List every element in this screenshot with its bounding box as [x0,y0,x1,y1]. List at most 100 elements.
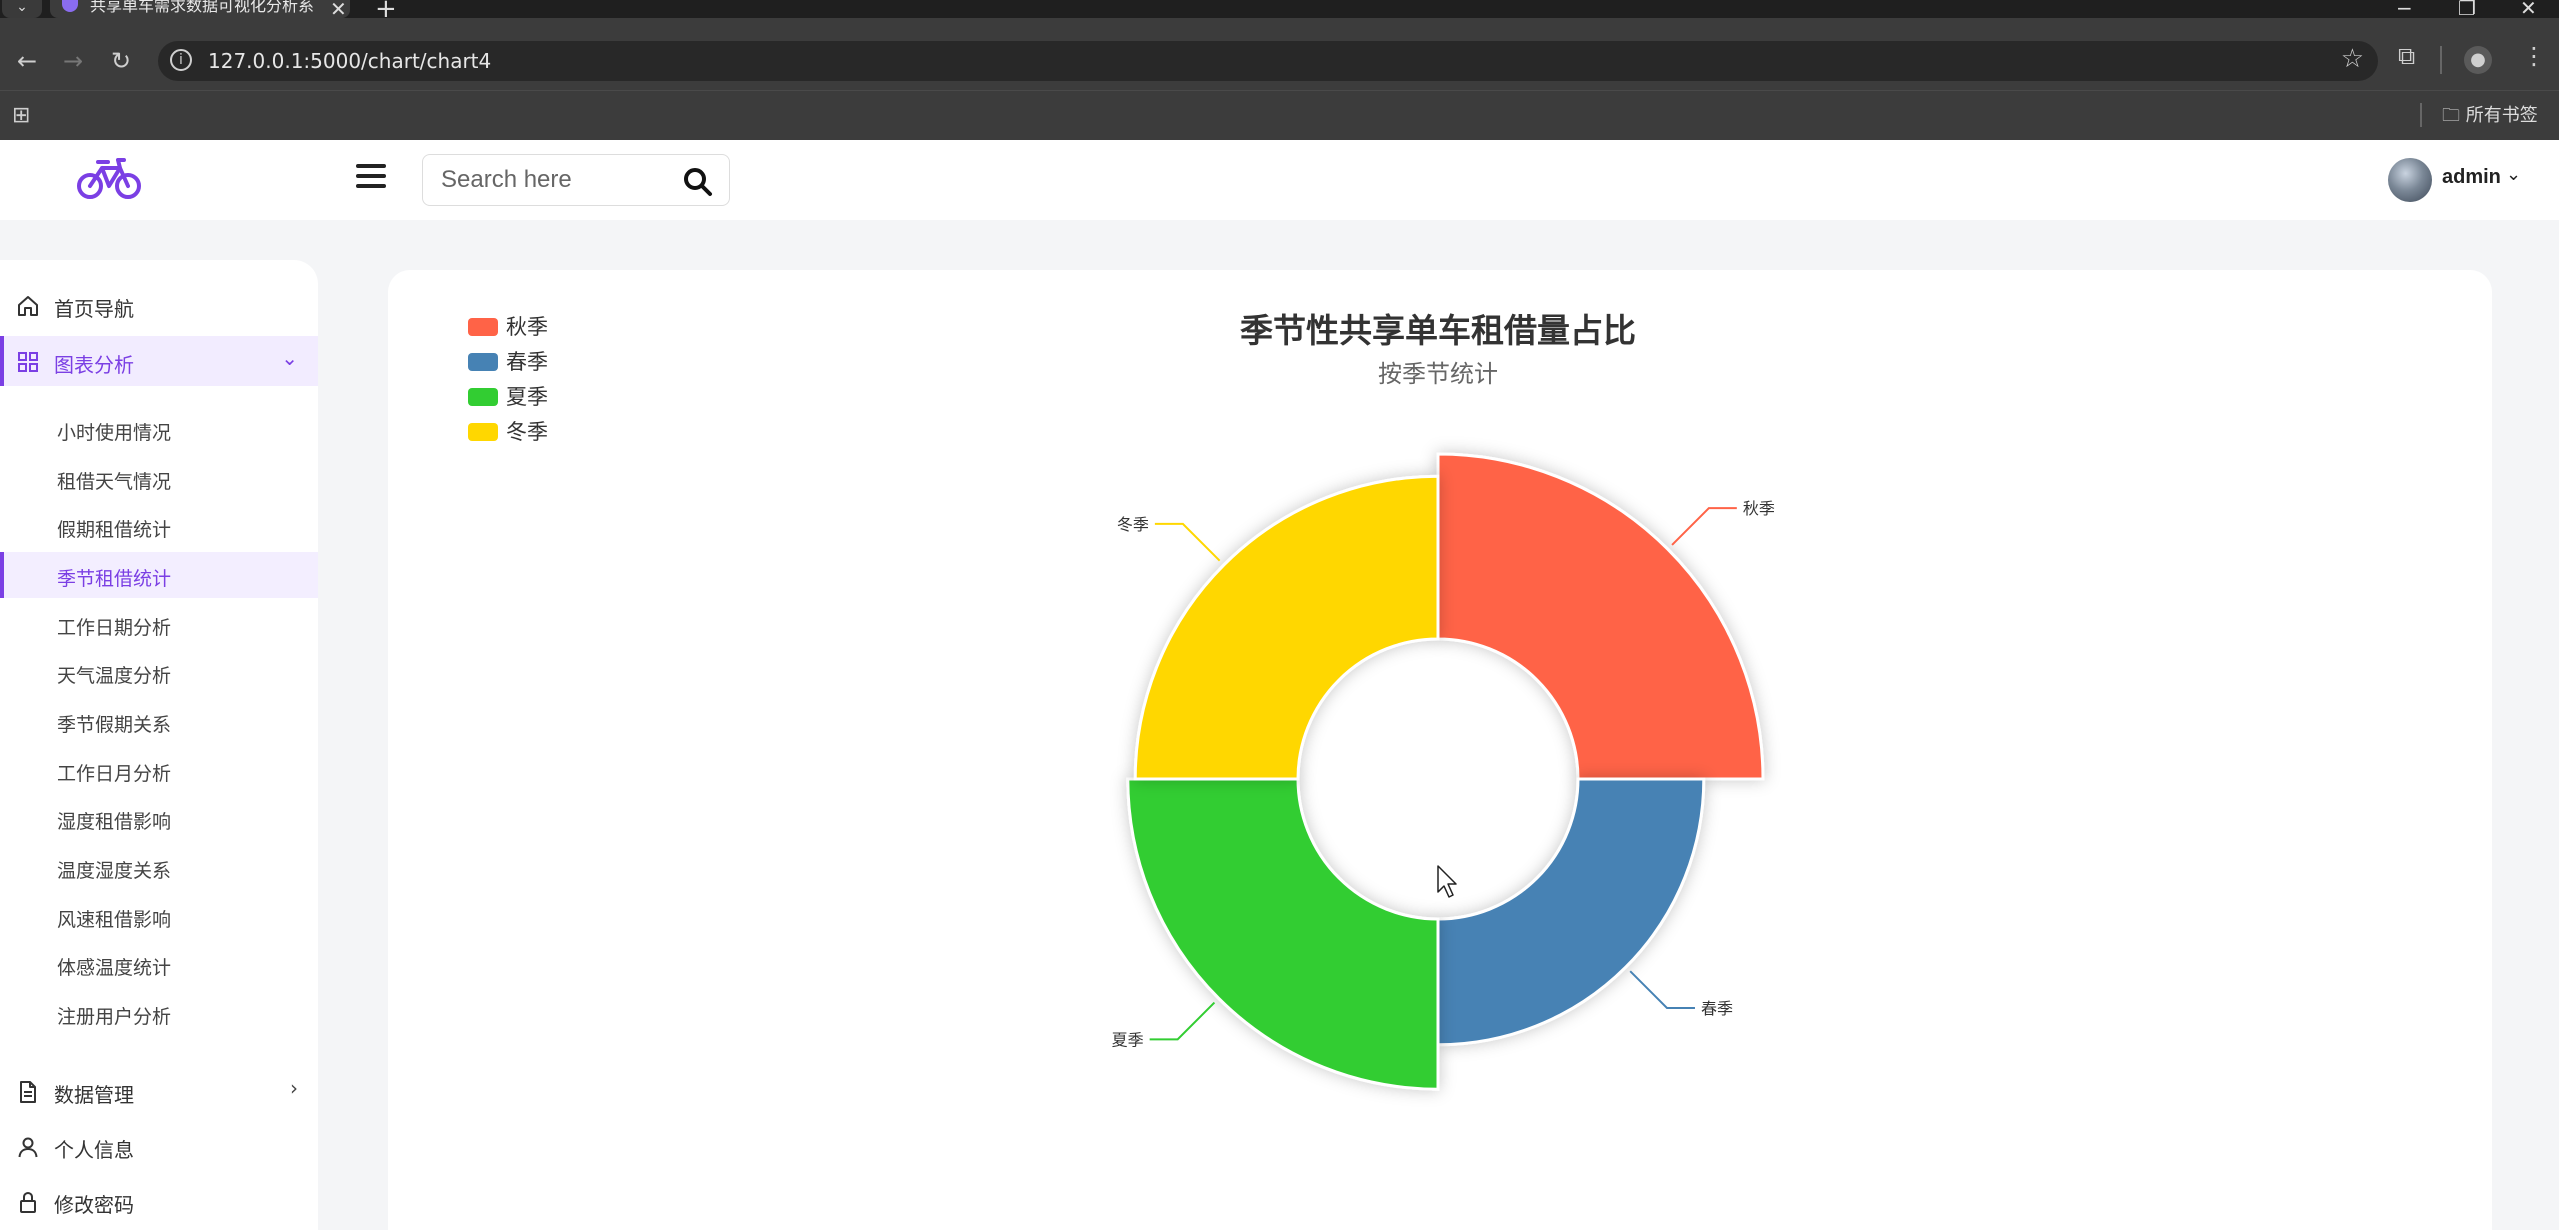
legend-label: 冬季 [506,420,548,444]
menu-kebab-icon[interactable]: ⋮ [2522,42,2546,70]
avatar[interactable] [2388,158,2432,202]
sidebar-item-label: 数据管理 [54,1083,134,1107]
slice-leader-line [1154,522,1221,562]
document-icon [20,1081,36,1103]
chevron-down-icon[interactable]: ⌄ [2506,164,2521,185]
legend-item[interactable]: 秋季 [468,315,548,339]
window-close-icon[interactable]: ✕ [2520,0,2537,20]
chart-slices [1126,452,1765,1091]
sidebar-subitem-weather-temp[interactable]: 天气温度分析 [0,649,318,695]
pie-slice[interactable] [1126,777,1440,1091]
sidebar-subitem-label: 假期租借统计 [57,519,172,541]
chevron-right-icon: › [290,1076,298,1100]
sidebar-subitem-feels-like[interactable]: 体感温度统计 [0,941,318,987]
chevron-down-icon: ⌄ [281,346,298,370]
legend-swatch [468,318,498,336]
bicycle-logo-icon[interactable] [76,154,142,204]
sidebar-subitem-humidity[interactable]: 湿度租借影响 [0,795,318,841]
bookmarks-divider [2420,103,2422,127]
address-url[interactable]: 127.0.0.1:5000/chart/chart4 [208,49,491,73]
slice-label: 春季 [1701,999,1733,1018]
bookmarks-bar: ⊞ 🗀 所有书签 [0,90,2559,140]
tab-list-button[interactable]: ⌄ [2,0,42,18]
legend-item[interactable]: 春季 [468,350,548,374]
reload-icon[interactable]: ↻ [104,44,138,78]
all-bookmarks-folder[interactable]: 🗀 所有书签 [2442,101,2538,133]
sidebar-item-data-management[interactable]: 数据管理 › [0,1066,318,1116]
sidebar-subitem-label: 季节租借统计 [57,568,172,590]
sidebar-subitem-label: 体感温度统计 [57,957,172,979]
sidebar-subitem-workday-month[interactable]: 工作日月分析 [0,747,318,793]
sidebar-item-change-password[interactable]: 修改密码 [0,1176,318,1226]
sidebar-subitem-holiday-rental[interactable]: 假期租借统计 [0,503,318,549]
search-icon[interactable] [683,167,713,197]
browser-tab[interactable]: 共享单车需求数据可视化分析系 [50,0,350,18]
address-bar[interactable]: i 127.0.0.1:5000/chart/chart4 ☆ [158,41,2378,81]
lock-icon [20,1191,36,1213]
sidebar-subitem-label: 温度湿度关系 [57,860,172,882]
forward-icon[interactable]: → [56,44,90,78]
sidebar-subitem-season-rental[interactable]: 季节租借统计 [0,552,318,598]
pie-slice[interactable] [1436,452,1765,781]
app-header: admin ⌄ [0,140,2559,220]
slice-label: 夏季 [1112,1030,1144,1049]
legend-swatch [468,388,498,406]
chart-area: 季节性共享单车租借量占比 按季节统计 秋季春季夏季冬季 秋季春季夏季冬季 [468,311,1775,1091]
sidebar-subitem-label: 租借天气情况 [57,471,172,493]
profile-icon[interactable]: ● [2464,46,2492,74]
restore-icon[interactable]: ❐ [2458,0,2476,20]
tab-title: 共享单车需求数据可视化分析系 [90,0,315,15]
sidebar-subitem-weather-rental[interactable]: 租借天气情况 [0,455,318,501]
sidebar-item-profile[interactable]: 个人信息 [0,1121,318,1171]
sidebar-subitem-windspeed[interactable]: 风速租借影响 [0,893,318,939]
site-info-icon[interactable]: i [170,49,192,71]
all-bookmarks-label: 所有书签 [2465,105,2538,126]
sidebar-subitem-label: 天气温度分析 [57,665,172,687]
apps-grid-icon[interactable]: ⊞ [12,103,30,128]
slice-label: 秋季 [1743,499,1775,518]
sidebar-item-home[interactable]: 首页导航 [0,280,318,330]
legend-label: 秋季 [506,315,548,339]
chart-card: 季节性共享单车租借量占比 按季节统计 秋季 春季 夏季 冬季 秋季 春季 夏季 冬季 [388,270,2492,1230]
chart-title: 季节性共享单车租借量占比 [1240,311,1636,350]
sidebar-subitem-label: 风速租借影响 [57,909,172,931]
sidebar-subitem-workday[interactable]: 工作日期分析 [0,601,318,647]
extensions-icon[interactable]: ⧉ [2398,42,2415,70]
slice-leader-line [1629,970,1695,1009]
toolbar-divider [2440,46,2442,74]
legend-swatch [468,353,498,371]
search-input[interactable] [441,163,661,197]
sidebar-subitem-label: 工作日月分析 [57,763,172,785]
sidebar-item-charts[interactable]: 图表分析 ⌄ [0,336,318,386]
browser-tab-bar: ⌄ 共享单车需求数据可视化分析系 ✕ + − ❐ ✕ [0,0,2559,24]
sidebar-subitem-label: 注册用户分析 [57,1006,172,1028]
pie-slice[interactable] [1133,474,1440,781]
sidebar-item-label: 个人信息 [54,1138,134,1162]
mouse-cursor-icon [1437,865,1457,898]
legend-item[interactable]: 夏季 [468,385,548,409]
hamburger-menu-icon[interactable] [356,164,386,194]
sidebar: 首页导航 图表分析 ⌄ 小时使用情况 租借天气情况 假期租借统计 季节租借统计 … [0,260,318,1230]
tab-favicon-icon [62,0,78,12]
legend-label: 夏季 [506,385,548,409]
sidebar-subitem-temp-humidity[interactable]: 温度湿度关系 [0,844,318,890]
user-name[interactable]: admin [2442,166,2501,189]
slice-leader-line [1671,507,1737,546]
user-icon [18,1137,38,1158]
chart-subtitle: 按季节统计 [1378,360,1498,388]
minimize-icon[interactable]: − [2396,0,2413,20]
grid-icon [18,352,38,372]
sidebar-subitem-registered-users[interactable]: 注册用户分析 [0,990,318,1036]
search-box [422,154,730,206]
sidebar-subitem-season-holiday[interactable]: 季节假期关系 [0,698,318,744]
back-icon[interactable]: ← [10,44,44,78]
sidebar-subitem-label: 小时使用情况 [57,422,172,444]
home-icon [18,296,38,316]
sidebar-subitem-hourly-usage[interactable]: 小时使用情况 [0,406,318,452]
bookmark-star-icon[interactable]: ☆ [2341,44,2364,74]
legend-swatch [468,423,498,441]
sidebar-subitem-label: 季节假期关系 [57,714,172,736]
legend-item[interactable]: 冬季 [468,420,548,444]
slice-leader-line [1149,1001,1216,1041]
chart-legend: 秋季春季夏季冬季 [468,315,548,444]
